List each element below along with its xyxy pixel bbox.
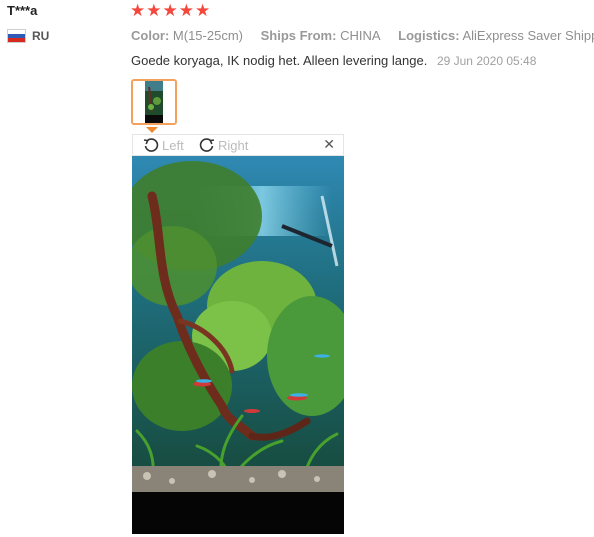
- star-icon: ★: [130, 1, 146, 20]
- review-date: 29 Jun 2020 05:48: [436, 54, 537, 68]
- logistics-value: AliExpress Saver Shipping: [462, 28, 594, 43]
- order-attributes: Color: M(15-25cm) Ships From: CHINA Logi…: [131, 28, 594, 43]
- rotate-left-button[interactable]: Left: [143, 137, 184, 153]
- russia-flag-icon: [7, 29, 26, 43]
- country-code: RU: [32, 29, 50, 43]
- close-viewer-button[interactable]: ✕: [323, 136, 335, 153]
- photo-viewer-toolbar: Left Right ✕: [132, 134, 344, 156]
- ships-from-value: CHINA: [340, 28, 381, 43]
- review-feedback: Goede koryaga, IK nodig het. Alleen leve…: [131, 53, 536, 68]
- rotate-right-label: Right: [218, 137, 249, 153]
- reviewer-country: RU: [7, 29, 49, 43]
- review-photo-large: [132, 156, 344, 534]
- ships-from-key: Ships From:: [260, 28, 337, 43]
- thumbnail-pointer: [146, 127, 158, 133]
- review-text: Goede koryaga, IK nodig het. Alleen leve…: [131, 53, 428, 68]
- rating-stars: ★ ★ ★ ★ ★: [130, 1, 210, 21]
- star-icon: ★: [162, 1, 178, 20]
- rotate-left-icon: [143, 138, 159, 152]
- rotate-right-button[interactable]: Right: [199, 137, 248, 153]
- star-icon: ★: [195, 1, 211, 20]
- color-value: M(15-25cm): [172, 28, 243, 43]
- star-icon: ★: [178, 1, 194, 20]
- color-key: Color:: [131, 28, 170, 43]
- reviewer-name: T***a: [7, 3, 38, 18]
- rotate-left-label: Left: [162, 137, 184, 153]
- logistics-key: Logistics:: [398, 28, 460, 43]
- review-photo-thumbnail[interactable]: [131, 79, 177, 125]
- rotate-right-icon: [199, 138, 215, 152]
- star-icon: ★: [146, 1, 162, 20]
- aquarium-photo-image: [132, 156, 344, 534]
- thumbnail-image: [133, 81, 175, 123]
